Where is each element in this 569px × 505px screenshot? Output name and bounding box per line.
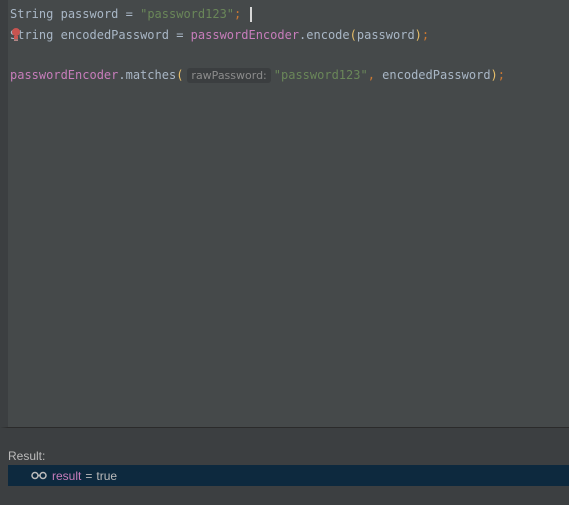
code-line-2[interactable]: String encodedPassword = passwordEncoder…: [10, 26, 429, 44]
parameter-hint: rawPassword:: [187, 68, 271, 83]
code-editor[interactable]: String password = "password123"; String …: [0, 0, 569, 428]
string-literal: "password123": [140, 7, 235, 21]
result-label: Result:: [8, 449, 46, 463]
result-variable-name: result: [52, 468, 82, 483]
code-line-3[interactable]: passwordEncoder.matches(rawPassword: "pas…: [10, 66, 505, 84]
receiver-field: passwordEncoder: [10, 68, 119, 82]
assign-operator: =: [176, 28, 184, 42]
result-equals: =: [85, 468, 93, 483]
assign-operator: =: [125, 7, 133, 21]
close-paren: ): [414, 28, 422, 42]
method-name: encode: [306, 28, 350, 42]
semicolon: ;: [497, 68, 506, 82]
type-keyword: String: [10, 7, 54, 21]
method-name: matches: [125, 68, 177, 82]
open-paren: (: [349, 28, 357, 42]
argument: password: [356, 28, 415, 42]
dot-operator: .: [118, 68, 126, 82]
result-value: true: [96, 468, 118, 483]
variable-name: encodedPassword: [60, 28, 169, 42]
semicolon: ;: [234, 7, 242, 21]
variable-name: password: [60, 7, 119, 21]
string-literal: "password123": [273, 68, 368, 82]
code-line-1[interactable]: String password = "password123";: [10, 5, 253, 23]
result-tree-row[interactable]: result = true: [8, 465, 569, 486]
close-paren: ): [490, 68, 498, 82]
argument: encodedPassword: [382, 68, 491, 82]
open-paren: (: [176, 68, 184, 82]
text-caret: [250, 7, 253, 22]
watch-glasses-icon: [31, 471, 47, 480]
error-bulb-icon[interactable]: [10, 27, 22, 41]
receiver-field: passwordEncoder: [190, 28, 300, 42]
comma: ,: [367, 68, 375, 82]
evaluate-expression-window: String password = "password123"; String …: [0, 0, 569, 505]
semicolon: ;: [421, 28, 430, 42]
